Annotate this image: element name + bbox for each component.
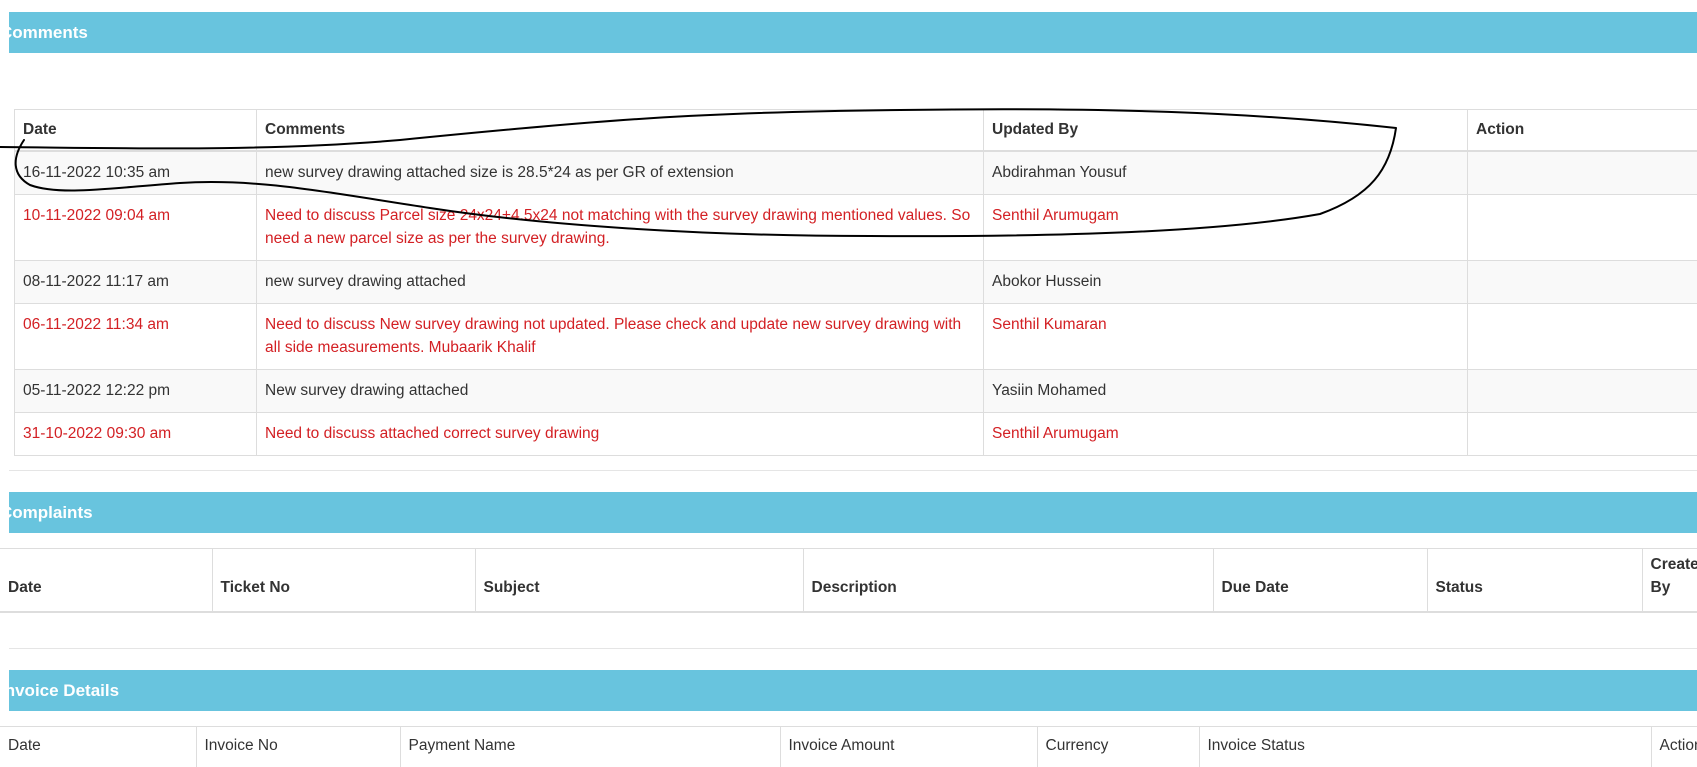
page: Comments Date Comments Updated By Action… xyxy=(0,0,1697,767)
complaints-header-description[interactable]: Description xyxy=(802,548,1213,613)
comment-row: 16-11-2022 10:35 am new survey drawing a… xyxy=(14,150,1697,195)
complaints-table: Date Ticket No Subject Description Due D… xyxy=(0,548,1697,613)
comments-header-updated-by[interactable]: Updated By xyxy=(983,109,1468,152)
invoice-header-invoice-no[interactable]: Invoice No xyxy=(195,726,400,767)
invoice-header-invoice-amount[interactable]: Invoice Amount xyxy=(779,726,1037,767)
comment-text: Need to discuss attached correct survey … xyxy=(256,412,984,456)
comment-updated-by: Yasiin Mohamed xyxy=(983,369,1468,413)
comment-row: 31-10-2022 09:30 am Need to discuss atta… xyxy=(14,412,1697,456)
comment-text: Need to discuss New survey drawing not u… xyxy=(256,303,984,370)
comment-row: 05-11-2022 12:22 pm New survey drawing a… xyxy=(14,369,1697,413)
comment-updated-by: Abokor Hussein xyxy=(983,260,1468,304)
comment-date: 06-11-2022 11:34 am xyxy=(14,303,257,370)
comments-header-row: Date Comments Updated By Action xyxy=(14,109,1697,152)
comment-updated-by: Senthil Arumugam xyxy=(983,194,1468,261)
comment-date: 31-10-2022 09:30 am xyxy=(14,412,257,456)
comment-text: Need to discuss Parcel size 24x24+4.5x24… xyxy=(256,194,984,261)
comment-action xyxy=(1467,194,1697,261)
comments-header-date[interactable]: Date xyxy=(14,109,257,152)
comment-action xyxy=(1467,412,1697,456)
comment-text: new survey drawing attached size is 28.5… xyxy=(256,150,984,195)
invoice-header-payment-name[interactable]: Payment Name xyxy=(399,726,780,767)
section-divider xyxy=(9,470,1697,471)
complaints-section-header[interactable]: Complaints xyxy=(9,492,1697,533)
comment-updated-by: Senthil Kumaran xyxy=(983,303,1468,370)
comments-header-comments[interactable]: Comments xyxy=(256,109,984,152)
comment-date: 10-11-2022 09:04 am xyxy=(14,194,257,261)
complaints-header-row: Date Ticket No Subject Description Due D… xyxy=(0,548,1697,613)
comment-text: New survey drawing attached xyxy=(256,369,984,413)
comment-action xyxy=(1467,369,1697,413)
comment-row: 06-11-2022 11:34 am Need to discuss New … xyxy=(14,303,1697,370)
comment-date: 08-11-2022 11:17 am xyxy=(14,260,257,304)
comment-date: 16-11-2022 10:35 am xyxy=(14,150,257,195)
comment-row: 08-11-2022 11:17 am new survey drawing a… xyxy=(14,260,1697,304)
section-divider xyxy=(9,648,1697,649)
complaints-header-date[interactable]: Date xyxy=(0,548,212,613)
comment-action xyxy=(1467,303,1697,370)
complaints-header-ticket-no[interactable]: Ticket No xyxy=(211,548,475,613)
complaints-header-subject[interactable]: Subject xyxy=(474,548,803,613)
invoice-header-action[interactable]: Action xyxy=(1650,726,1697,767)
invoice-header-date[interactable]: Date xyxy=(0,726,196,767)
comments-table: Date Comments Updated By Action 16-11-20… xyxy=(14,109,1697,456)
comment-updated-by: Abdirahman Yousuf xyxy=(983,150,1468,195)
invoice-section-header[interactable]: Invoice Details xyxy=(9,670,1697,711)
invoice-table: Date Invoice No Payment Name Invoice Amo… xyxy=(0,726,1697,767)
comment-text: new survey drawing attached xyxy=(256,260,984,304)
comments-section-title: Comments xyxy=(9,23,88,42)
comment-action xyxy=(1467,150,1697,195)
complaints-header-created-by[interactable]: Created By xyxy=(1641,548,1697,613)
comment-action xyxy=(1467,260,1697,304)
invoice-header-currency[interactable]: Currency xyxy=(1036,726,1199,767)
comment-updated-by: Senthil Arumugam xyxy=(983,412,1468,456)
invoice-header-row: Date Invoice No Payment Name Invoice Amo… xyxy=(0,726,1697,767)
complaints-section-title: Complaints xyxy=(9,503,93,522)
invoice-section-title: Invoice Details xyxy=(9,681,120,700)
comments-header-action[interactable]: Action xyxy=(1467,109,1697,152)
complaints-header-due-date[interactable]: Due Date xyxy=(1212,548,1427,613)
complaints-header-status[interactable]: Status xyxy=(1426,548,1642,613)
comment-row: 10-11-2022 09:04 am Need to discuss Parc… xyxy=(14,194,1697,261)
comment-date: 05-11-2022 12:22 pm xyxy=(14,369,257,413)
invoice-header-invoice-status[interactable]: Invoice Status xyxy=(1198,726,1651,767)
comments-section-header[interactable]: Comments xyxy=(9,12,1697,53)
